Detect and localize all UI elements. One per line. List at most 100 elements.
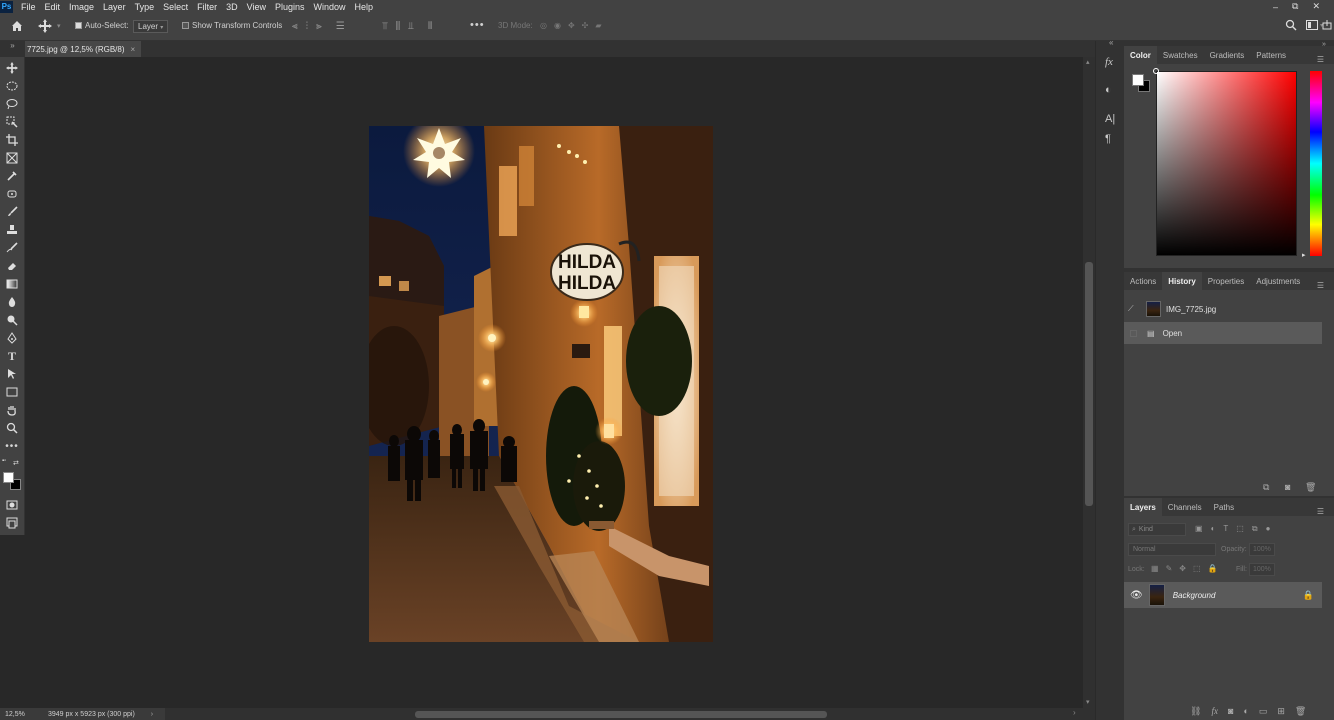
tab-paths[interactable]: Paths [1208,498,1240,516]
pen-icon[interactable] [5,331,19,345]
adjustments-icon[interactable]: ◐ [1105,84,1112,96]
tab-properties[interactable]: Properties [1202,272,1250,290]
align-right-edges-icon[interactable]: ⫸ [316,21,322,32]
scroll-right-icon[interactable]: › [1073,708,1076,717]
status-menu-arrow[interactable]: › [151,711,153,718]
foreground-color-swatch[interactable] [3,472,14,483]
menu-help[interactable]: Help [355,2,374,12]
tab-swatches[interactable]: Swatches [1157,46,1204,64]
auto-select-target-dropdown[interactable]: Layer ▾ [133,20,169,33]
layer-visibility-eye-icon[interactable]: 👁 [1130,590,1143,601]
opacity-field[interactable]: 100% [1249,543,1275,556]
dodge-icon[interactable] [5,313,19,327]
add-mask-icon[interactable]: ◙ [1228,706,1233,717]
layer-name[interactable]: Background [1173,591,1303,600]
rectangle-icon[interactable] [5,385,19,399]
lock-transparent-icon[interactable]: ▦ [1151,564,1159,573]
history-brush-icon[interactable] [5,241,19,255]
zoom-icon[interactable] [5,421,19,435]
crop-icon[interactable] [5,133,19,147]
object-selection-icon[interactable] [5,115,19,129]
delete-layer-icon[interactable]: 🗑 [1295,706,1306,717]
clone-stamp-icon[interactable] [5,223,19,237]
lock-position-icon[interactable]: ✥ [1179,564,1186,573]
move-tool-preset-icon[interactable]: ▾ [38,19,61,33]
paragraph-icon[interactable]: ¶ [1105,133,1111,145]
document-tab[interactable]: 7725.jpg @ 12,5% (RGB/8) × [25,41,142,57]
3d-orbit-icon[interactable]: ◎ [540,21,547,30]
menu-3d[interactable]: 3D [226,2,238,12]
filter-shape-icon[interactable]: ⬚ [1236,524,1244,534]
menu-plugins[interactable]: Plugins [275,2,305,12]
filter-kind-dropdown[interactable]: ⌕ Kind [1128,523,1186,536]
delete-state-icon[interactable]: 🗑 [1305,482,1316,493]
history-panel-menu-icon[interactable]: ☰ [1311,276,1330,294]
auto-select-checkbox[interactable]: Auto-Select: [75,21,129,30]
history-brush-source-icon[interactable]: ⟋ [1128,304,1142,314]
fill-field[interactable]: 100% [1249,563,1275,576]
menu-image[interactable]: Image [69,2,94,12]
fx-icon[interactable]: fx [1105,56,1113,68]
align-horizontal-centers-icon[interactable]: ⫶ [306,21,309,32]
tab-patterns[interactable]: Patterns [1250,46,1292,64]
menu-view[interactable]: View [247,2,266,12]
new-document-from-state-icon[interactable]: ⧉ [1263,482,1269,493]
blur-icon[interactable] [5,295,19,309]
edit-toolbar-icon[interactable]: ••• [5,439,19,453]
history-state[interactable]: ▤ Open [1124,322,1322,344]
hue-slider[interactable] [1310,71,1322,256]
tab-history[interactable]: History [1162,272,1202,290]
brush-icon[interactable] [5,205,19,219]
menu-select[interactable]: Select [163,2,188,12]
spot-healing-icon[interactable] [5,187,19,201]
filter-type-icon[interactable]: T [1223,524,1228,534]
tab-adjustments[interactable]: Adjustments [1250,272,1306,290]
color-picker-cursor[interactable] [1153,68,1159,74]
gradient-icon[interactable] [5,277,19,291]
distribute-vertical-icon[interactable]: ☰ [336,21,345,32]
hue-slider-handle[interactable]: ▸ [1302,251,1306,259]
3d-slide-icon[interactable]: ✣ [582,21,589,30]
close-window-button[interactable]: ✕ [1312,1,1320,12]
path-selection-icon[interactable] [5,367,19,381]
more-options-button[interactable]: ••• [470,19,485,31]
tab-gradients[interactable]: Gradients [1204,46,1251,64]
3d-scale-icon[interactable]: ▰ [595,21,601,30]
align-bottom-edges-icon[interactable]: ⫫ [408,21,414,32]
screen-mode-icon[interactable] [5,516,19,530]
search-icon[interactable] [1285,19,1297,31]
menu-window[interactable]: Window [314,2,346,12]
character-icon[interactable]: A| [1105,113,1115,125]
vertical-scroll-thumb[interactable] [1085,262,1093,506]
layers-panel-menu-icon[interactable]: ☰ [1311,502,1330,520]
menu-layer[interactable]: Layer [103,2,126,12]
menu-type[interactable]: Type [135,2,155,12]
minimize-button[interactable]: – [1273,2,1278,12]
frame-icon[interactable] [5,151,19,165]
workspace-icon[interactable]: ▾ [1306,20,1323,30]
quick-mask-icon[interactable] [5,498,19,512]
filter-smart-object-icon[interactable]: ⧉ [1252,524,1258,534]
saturation-brightness-field[interactable] [1156,71,1297,256]
new-layer-icon[interactable]: ⊞ [1277,706,1285,717]
scroll-up-icon[interactable]: ▴ [1086,58,1090,66]
camera-snapshot-icon[interactable]: ◙ [1285,482,1290,492]
menu-file[interactable]: File [21,2,36,12]
hand-icon[interactable] [5,403,19,417]
blend-mode-dropdown[interactable]: Normal [1128,543,1216,556]
document-image[interactable]: HILDA HILDA [369,126,713,642]
default-colors-icon[interactable]: ▪▫ [2,458,10,464]
menu-filter[interactable]: Filter [197,2,217,12]
layer-row-background[interactable]: 👁 Background 🔒 [1124,582,1322,608]
home-icon[interactable] [10,19,24,33]
expand-panels-icon[interactable]: « [1109,38,1113,47]
filter-adjustment-icon[interactable]: ◐ [1211,524,1216,534]
new-adjustment-layer-icon[interactable]: ◐ [1243,706,1248,717]
tab-actions[interactable]: Actions [1124,272,1162,290]
swap-colors-icon[interactable]: ⇄ [13,459,19,467]
distribute-horizontal-icon[interactable]: ⦀ [428,21,432,32]
3d-roll-icon[interactable]: ◉ [554,21,561,30]
align-top-edges-icon[interactable]: ⫪ [382,21,388,32]
auto-select-check[interactable] [75,22,82,29]
color-panel-menu-icon[interactable]: ☰ [1311,50,1330,68]
